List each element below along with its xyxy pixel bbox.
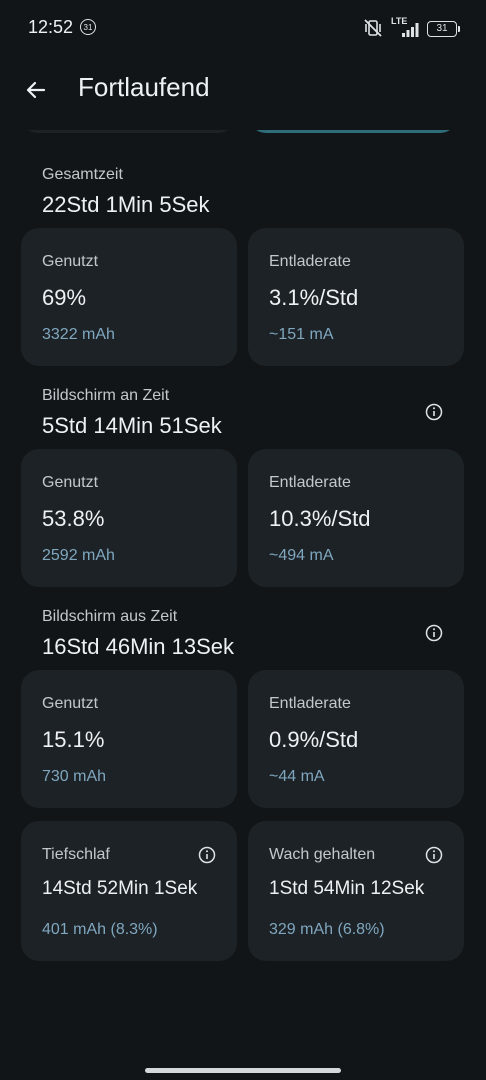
screen-off-rate-card: Entladerate 0.9%/Std ~44 mA [248,670,464,808]
awake-info-icon[interactable] [424,845,444,865]
discharge-rate-value: 0.9%/Std [269,727,359,752]
discharge-current-value: ~44 mA [269,768,325,785]
deep-sleep-detail: 401 mAh (8.3%) [42,921,158,938]
screen-on-used-card: Genutzt 53.8% 2592 mAh [21,449,237,587]
signal-strength-icon [402,23,419,37]
calendar-notification-icon: 31 [80,19,96,35]
home-gesture-bar[interactable] [145,1068,341,1073]
screen-on-rate-card: Entladerate 10.3%/Std ~494 mA [248,449,464,587]
used-mah-value: 2592 mAh [42,547,115,564]
page-title: Fortlaufend [78,72,210,102]
screen-off-used-card: Genutzt 15.1% 730 mAh [21,670,237,808]
awake-value: 1Std 54Min 12Sek [269,878,425,899]
total-used-card: Genutzt 69% 3322 mAh [21,228,237,366]
screen-off-label: Bildschirm aus Zeit [42,608,178,625]
battery-tip [458,26,460,32]
awake-label: Wach gehalten [269,846,376,863]
deep-sleep-value: 14Std 52Min 1Sek [42,878,198,899]
status-time: 12:52 [28,17,74,37]
discharge-rate-value: 10.3%/Std [269,506,371,531]
app-bar: Fortlaufend [0,58,486,130]
arrow-back-icon [26,81,46,99]
used-mah-value: 3322 mAh [42,326,115,343]
used-percent-value: 53.8% [42,506,105,531]
card-label: Genutzt [42,253,99,270]
deep-sleep-card: Tiefschlaf 14Std 52Min 1Sek 401 mAh (8.3… [21,821,237,961]
screen-off-value: 16Std 46Min 13Sek [42,634,235,659]
card-label: Genutzt [42,695,99,712]
screen-on-value: 5Std 14Min 51Sek [42,413,222,438]
card-label: Entladerate [269,695,351,712]
deep-sleep-label: Tiefschlaf [42,846,110,863]
deep-sleep-info-icon[interactable] [197,845,217,865]
awake-card: Wach gehalten 1Std 54Min 12Sek 329 mAh (… [248,821,464,961]
discharge-current-value: ~151 mA [269,326,334,343]
total-time-label: Gesamtzeit [42,166,123,183]
card-label: Genutzt [42,474,99,491]
discharge-current-value: ~494 mA [269,547,334,564]
used-percent-value: 15.1% [42,727,105,752]
discharge-rate-value: 3.1%/Std [269,285,359,310]
vibrate-off-icon [364,19,382,37]
used-percent-value: 69% [42,285,87,310]
total-time-value: 22Std 1Min 5Sek [42,192,210,217]
screen-on-info-icon[interactable] [424,402,444,422]
screen-on-label: Bildschirm an Zeit [42,387,170,404]
total-rate-card: Entladerate 3.1%/Std ~151 mA [248,228,464,366]
back-button[interactable] [16,70,56,110]
battery-icon: 31 [427,21,457,37]
used-mah-value: 730 mAh [42,768,107,785]
screen-off-info-icon[interactable] [424,623,444,643]
card-label: Entladerate [269,253,351,270]
awake-detail: 329 mAh (6.8%) [269,921,385,938]
card-label: Entladerate [269,474,351,491]
status-bar: 12:52 31 LTE 31 [0,0,486,58]
